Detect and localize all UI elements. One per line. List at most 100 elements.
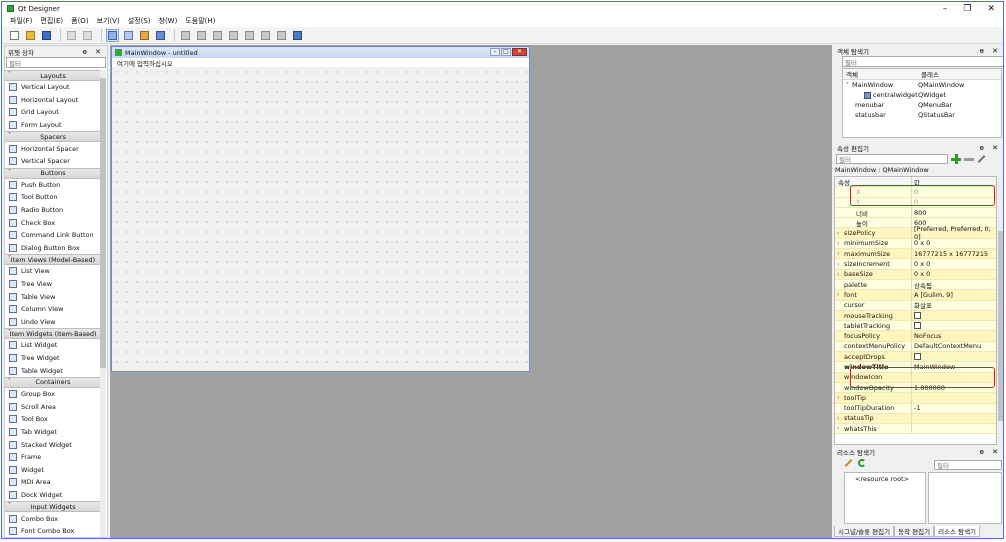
minimize-icon[interactable]: – <box>943 4 948 14</box>
widget-item[interactable]: List View <box>5 265 101 278</box>
edit-buddies-button[interactable] <box>138 29 151 42</box>
column-object[interactable]: 객체 <box>843 69 918 79</box>
chevron-right-icon[interactable]: › <box>835 425 844 432</box>
property-row[interactable]: › maximumSize 16777215 x 16777215 <box>835 249 996 260</box>
menu-settings[interactable]: 설정(S) <box>128 16 151 26</box>
property-value[interactable]: DefaultContextMenu <box>914 342 981 350</box>
widget-item[interactable]: Tool Box <box>5 413 101 426</box>
menu-edit[interactable]: 편집(E) <box>40 16 63 26</box>
widget-item[interactable]: Group Box <box>5 388 101 401</box>
widget-item[interactable]: Check Box <box>5 216 101 229</box>
widget-item[interactable]: Column View <box>5 303 101 316</box>
object-tree-row[interactable]: centralwidget QWidget <box>843 90 1001 100</box>
widget-filter-input[interactable]: 필터 <box>6 57 106 68</box>
restore-icon[interactable]: ❐ <box>963 4 971 14</box>
property-filter-input[interactable]: 필터 <box>836 154 948 164</box>
property-value[interactable]: 800 <box>914 209 926 217</box>
property-row[interactable]: 너비 800 <box>835 207 996 219</box>
dock-float-close-icon[interactable]: ɵ ✕ <box>980 448 1001 456</box>
property-checkbox[interactable] <box>914 322 921 330</box>
property-row[interactable]: tabletTracking <box>835 321 996 332</box>
bring-to-front-button[interactable] <box>81 29 94 42</box>
property-checkbox[interactable] <box>914 312 921 319</box>
edit-tab-order-button[interactable] <box>154 29 167 42</box>
edit-signals-button[interactable] <box>122 29 135 42</box>
widget-item[interactable]: Stacked Widget <box>5 438 101 451</box>
property-row[interactable]: focusPolicy NoFocus <box>835 331 996 342</box>
object-tree-row[interactable]: statusbar QStatusBar <box>843 110 1001 120</box>
property-row[interactable]: › minimumSize 0 x 0 <box>835 238 996 250</box>
widget-item[interactable]: Widget <box>5 463 101 476</box>
resource-root-item[interactable]: <resource root> <box>845 473 925 483</box>
form-menubar[interactable]: 여기에 입력하십시오 <box>112 56 529 69</box>
property-row[interactable]: › statusTip <box>835 413 996 425</box>
property-value[interactable]: -1 <box>914 404 920 412</box>
property-scrollbar[interactable] <box>998 176 1003 445</box>
property-row[interactable]: › sizePolicy [Preferred, Preferred, 0, 0] <box>835 225 996 241</box>
chevron-right-icon[interactable]: › <box>835 271 844 278</box>
property-row[interactable]: toolTipDuration -1 <box>835 403 996 414</box>
edit-resources-icon[interactable] <box>844 458 853 467</box>
widget-category-header[interactable]: ˅ Item Views (Model-Based) <box>5 254 101 266</box>
widget-item[interactable]: Push Button <box>5 179 101 192</box>
scrollbar-thumb[interactable] <box>998 231 1003 421</box>
dock-float-close-icon[interactable]: ɵ ✕ <box>83 48 104 56</box>
widget-item[interactable]: Frame <box>5 451 101 464</box>
widget-item[interactable]: Tree View <box>5 278 101 291</box>
widget-category-header[interactable]: ˅ Input Widgets <box>5 501 101 513</box>
widget-item[interactable]: Command Link Button <box>5 229 101 242</box>
close-icon[interactable]: ✕ <box>987 4 995 14</box>
property-value[interactable]: 0 x 0 <box>914 239 930 247</box>
property-value[interactable]: 화살표 <box>914 300 932 310</box>
reload-icon[interactable] <box>858 458 866 467</box>
widget-item[interactable]: Tree Widget <box>5 352 101 365</box>
layout-h-splitter-button[interactable] <box>211 29 224 42</box>
form-close-button[interactable]: ✕ <box>512 48 527 56</box>
property-row[interactable]: › whatsThis <box>835 424 996 435</box>
tab-resource-browser[interactable]: 리소스 탐색기 <box>934 526 981 537</box>
widget-item[interactable]: Line Edit <box>5 537 101 538</box>
layout-form-button[interactable] <box>243 29 256 42</box>
object-filter-input[interactable]: 필터 <box>842 56 1003 67</box>
widget-category-header[interactable]: ˅ Buttons <box>5 167 101 179</box>
widget-item[interactable]: List Widget <box>5 339 101 352</box>
send-to-back-button[interactable] <box>65 29 78 42</box>
property-value[interactable]: 16777215 x 16777215 <box>914 250 988 258</box>
property-row[interactable]: › font A [Gulim, 9] <box>835 290 996 301</box>
property-value[interactable]: NoFocus <box>914 332 941 340</box>
scrollbar-thumb[interactable] <box>100 78 106 368</box>
tab-signal-slot-editor[interactable]: 시그널/슬롯 편집기 <box>834 526 895 537</box>
configure-icon[interactable] <box>977 155 986 163</box>
add-dynamic-property-icon[interactable] <box>951 154 961 164</box>
menu-window[interactable]: 창(W) <box>159 16 178 26</box>
widget-box-scrollbar[interactable] <box>100 70 106 537</box>
widget-item[interactable]: Dialog Button Box <box>5 242 101 255</box>
property-row[interactable]: acceptDrops <box>835 352 996 363</box>
object-tree-row[interactable]: ˅ MainWindow QMainWindow <box>843 80 1001 90</box>
form-window[interactable]: MainWindow - untitled – □ ✕ 여기에 입력하십시오 <box>111 46 530 372</box>
menu-help[interactable]: 도움말(H) <box>185 16 215 26</box>
property-value[interactable]: A [Gulim, 9] <box>914 291 953 299</box>
open-form-button[interactable] <box>24 29 37 42</box>
new-form-button[interactable] <box>8 29 21 42</box>
widget-item[interactable]: Tab Widget <box>5 426 101 439</box>
property-row[interactable]: mouseTracking <box>835 310 996 322</box>
widget-category-header[interactable]: ˅ Containers <box>5 376 101 388</box>
property-row[interactable]: cursor 화살표 <box>835 300 996 311</box>
menu-view[interactable]: 보기(V) <box>97 16 120 26</box>
property-value[interactable]: 0 x 0 <box>914 260 930 268</box>
chevron-right-icon[interactable]: › <box>835 415 844 422</box>
property-value[interactable]: 0 x 0 <box>914 270 930 278</box>
widget-item[interactable]: Vertical Spacer <box>5 155 101 168</box>
widget-item[interactable]: Radio Button <box>5 204 101 217</box>
form-maximize-button[interactable]: □ <box>501 48 511 56</box>
save-form-button[interactable] <box>40 29 53 42</box>
layout-vertical-button[interactable] <box>195 29 208 42</box>
widget-item[interactable]: Grid Layout <box>5 106 101 119</box>
widget-category-header[interactable]: ˅ Layouts <box>5 70 101 81</box>
layout-horizontal-button[interactable] <box>179 29 192 42</box>
chevron-right-icon[interactable]: › <box>835 394 844 401</box>
widget-item[interactable]: Horizontal Layout <box>5 94 101 107</box>
chevron-right-icon[interactable]: › <box>835 250 844 257</box>
column-class[interactable]: 클래스 <box>918 69 939 79</box>
